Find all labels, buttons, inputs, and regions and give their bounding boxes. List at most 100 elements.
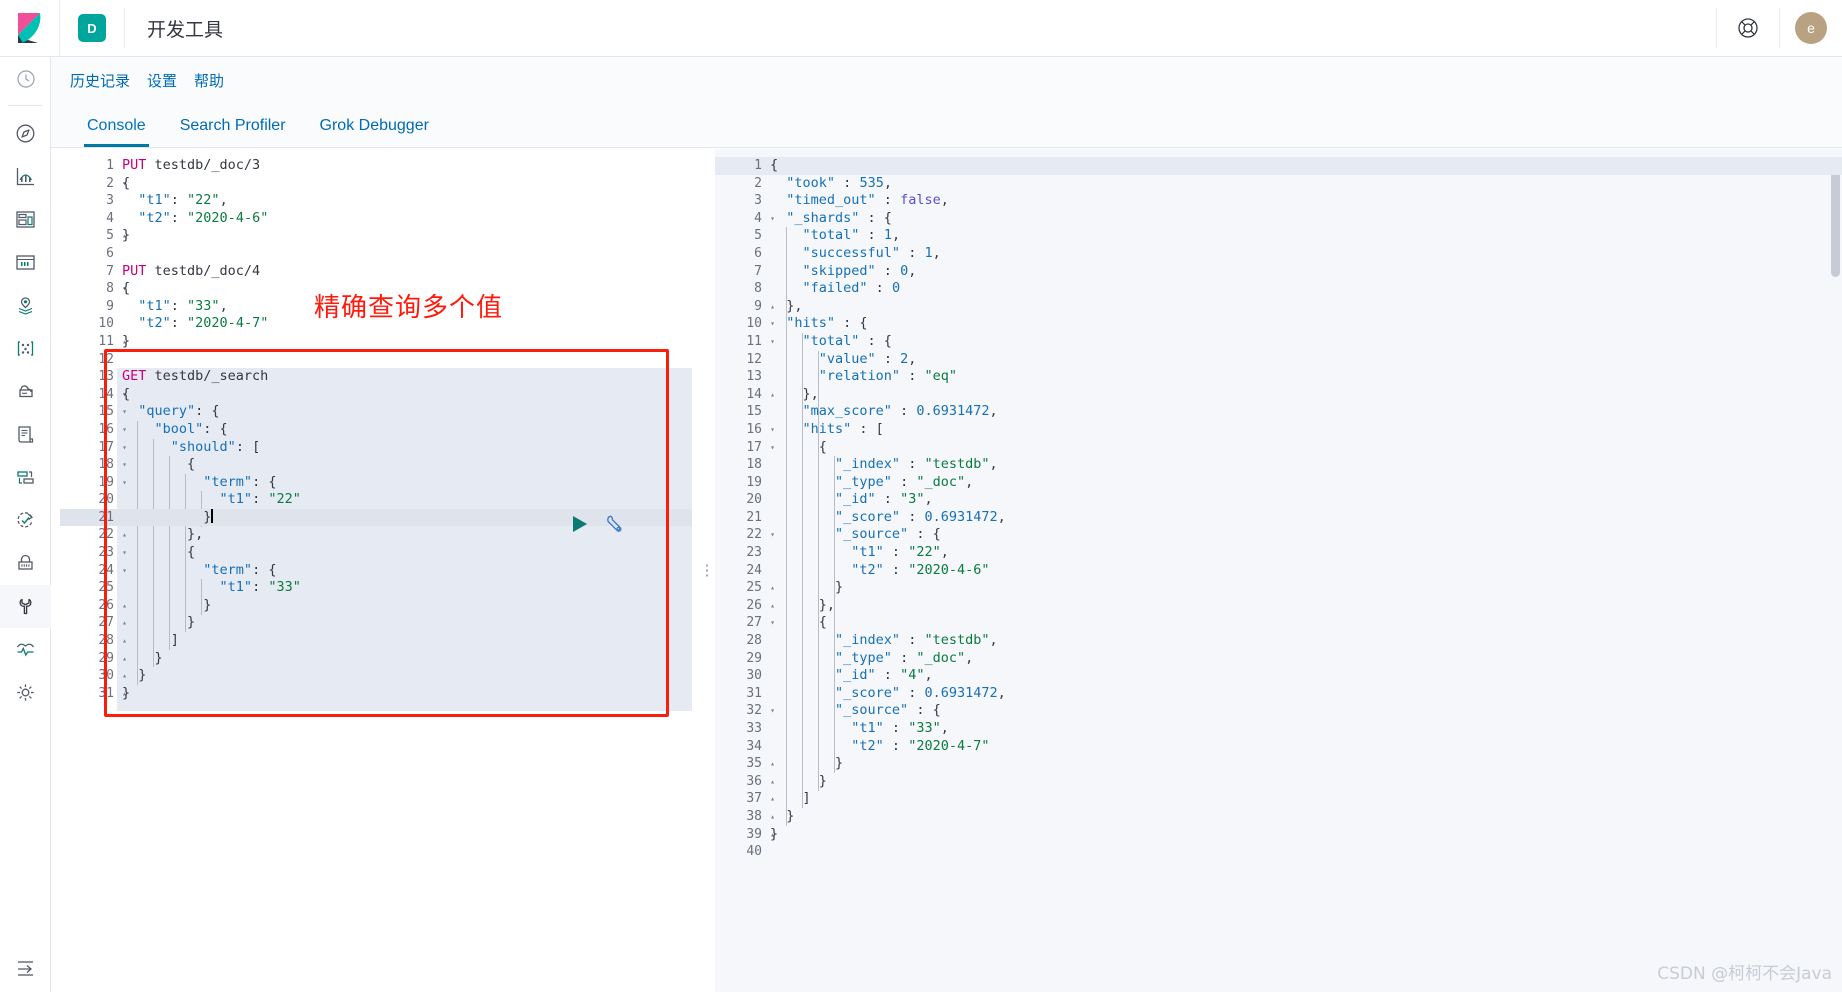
sidebar-item-canvas[interactable] (0, 241, 51, 284)
code-line[interactable]: "_id" : "4", (765, 667, 1842, 685)
code-line[interactable]: "should": [ (117, 439, 692, 457)
code-line[interactable]: ] (117, 632, 692, 650)
code-line[interactable]: "_source" : { (765, 702, 1842, 720)
code-line[interactable]: } (765, 808, 1842, 826)
code-line[interactable]: "relation" : "eq" (765, 368, 1842, 386)
code-line[interactable]: "_index" : "testdb", (765, 632, 1842, 650)
code-line[interactable]: { (765, 614, 1842, 632)
code-line[interactable]: } (765, 826, 1842, 844)
sidebar-item-monitoring[interactable] (0, 628, 51, 671)
code-line[interactable]: "successful" : 1, (765, 245, 1842, 263)
sidebar-item-maps[interactable] (0, 284, 51, 327)
code-line[interactable]: }, (765, 386, 1842, 404)
code-line[interactable]: "value" : 2, (765, 351, 1842, 369)
code-line[interactable]: "_shards" : { (765, 210, 1842, 228)
code-line[interactable] (765, 843, 1842, 861)
code-line[interactable]: "query": { (117, 403, 692, 421)
sidebar-item-logs[interactable] (0, 413, 51, 456)
code-line[interactable]: "t1" : "33", (765, 720, 1842, 738)
request-editor[interactable]: 1 2 ▾ 3 4 5 ▴ 6 7 8 ▾ 9 10 11 ▴ 12 13 14 ▾ 15 ▾ 16 ▾ 17 ▾ 18 ▾ 19 ▾ 2… (60, 149, 692, 992)
code-line[interactable] (117, 245, 692, 263)
sidebar-item-dev-tools[interactable] (0, 585, 51, 628)
user-menu-button[interactable]: e (1780, 0, 1842, 56)
sidebar-item-infrastructure[interactable] (0, 370, 51, 413)
code-line[interactable]: "_score" : 0.6931472, (765, 509, 1842, 527)
code-line[interactable]: } (765, 755, 1842, 773)
code-line[interactable]: { (765, 439, 1842, 457)
code-line[interactable]: { (117, 386, 692, 404)
code-line[interactable]: { (117, 456, 692, 474)
code-line[interactable]: "_score" : 0.6931472, (765, 685, 1842, 703)
code-line[interactable]: }, (765, 597, 1842, 615)
code-line[interactable]: PUT testdb/_doc/4 (117, 263, 692, 281)
response-code[interactable]: { "took" : 535, "timed_out" : false, "_s… (765, 149, 1842, 992)
code-line[interactable]: } (117, 650, 692, 668)
settings-link[interactable]: 设置 (147, 70, 177, 91)
sidebar-item-discover[interactable] (0, 112, 51, 155)
sidebar-item-dashboard[interactable] (0, 198, 51, 241)
code-line[interactable]: "skipped" : 0, (765, 263, 1842, 281)
sidebar-item-siem[interactable] (0, 542, 51, 585)
code-line[interactable]: } (765, 773, 1842, 791)
editor-code[interactable]: PUT testdb/_doc/3{ "t1": "22", "t2": "20… (117, 149, 692, 992)
code-line[interactable]: "max_score" : 0.6931472, (765, 403, 1842, 421)
panel-splitter[interactable]: ⋮ (699, 149, 715, 992)
code-line[interactable]: "failed" : 0 (765, 280, 1842, 298)
code-line[interactable]: "_source" : { (765, 526, 1842, 544)
code-line[interactable]: "bool": { (117, 421, 692, 439)
code-line[interactable]: "t1": "33" (117, 579, 692, 597)
code-line[interactable]: "t2" : "2020-4-6" (765, 562, 1842, 580)
code-line[interactable]: "total" : 1, (765, 227, 1842, 245)
code-line[interactable]: "_index" : "testdb", (765, 456, 1842, 474)
code-line[interactable]: }, (765, 298, 1842, 316)
code-line[interactable]: "_type" : "_doc", (765, 474, 1842, 492)
code-line[interactable]: "_id" : "3", (765, 491, 1842, 509)
code-line[interactable]: "hits" : [ (765, 421, 1842, 439)
collapse-nav-button[interactable] (0, 957, 51, 978)
code-line[interactable]: } (117, 333, 692, 351)
line-number: 24 ▾ (98, 562, 127, 578)
help-link[interactable]: 帮助 (194, 70, 224, 91)
code-line[interactable]: GET testdb/_search (117, 368, 692, 386)
code-line[interactable]: "term": { (117, 474, 692, 492)
code-line[interactable]: } (117, 614, 692, 632)
response-panel[interactable]: 1▾234▾56789▴10▾11▾121314▴1516▾17▾1819202… (715, 149, 1842, 992)
code-line[interactable]: { (765, 157, 1842, 175)
history-link[interactable]: 历史记录 (70, 70, 130, 91)
code-line[interactable]: ] (765, 790, 1842, 808)
code-line[interactable]: } (117, 685, 692, 703)
code-line[interactable]: "t2": "2020-4-6" (117, 210, 692, 228)
tab-search-profiler[interactable]: Search Profiler (163, 117, 303, 147)
kibana-logo-cell[interactable] (0, 0, 60, 56)
code-line[interactable]: "t1": "22", (117, 192, 692, 210)
wrench-options-icon[interactable] (603, 513, 625, 535)
line-number: 1 (106, 158, 114, 173)
code-line[interactable]: } (765, 579, 1842, 597)
sidebar-item-visualize[interactable] (0, 155, 51, 198)
code-line[interactable]: "took" : 535, (765, 175, 1842, 193)
code-line[interactable]: "timed_out" : false, (765, 192, 1842, 210)
tab-console[interactable]: Console (70, 117, 163, 147)
sidebar-item-machine-learning[interactable] (0, 327, 51, 370)
code-line[interactable]: } (117, 227, 692, 245)
code-line[interactable]: "total" : { (765, 333, 1842, 351)
play-run-button[interactable] (573, 516, 587, 532)
sidebar-item-management[interactable] (0, 671, 51, 714)
code-line[interactable]: "t1" : "22", (765, 544, 1842, 562)
code-line[interactable]: "term": { (117, 562, 692, 580)
code-line[interactable]: "hits" : { (765, 315, 1842, 333)
help-button[interactable] (1717, 0, 1779, 56)
tab-grok-debugger[interactable]: Grok Debugger (303, 117, 446, 147)
code-line[interactable]: } (117, 667, 692, 685)
code-line[interactable]: { (117, 175, 692, 193)
sidebar-item-uptime[interactable] (0, 499, 51, 542)
code-line[interactable]: "_type" : "_doc", (765, 650, 1842, 668)
code-line[interactable]: "t1": "22" (117, 491, 692, 509)
code-line[interactable]: "t2" : "2020-4-7" (765, 738, 1842, 756)
sidebar-item-apm[interactable] (0, 456, 51, 499)
code-line[interactable] (117, 351, 692, 369)
code-line[interactable]: { (117, 544, 692, 562)
code-line[interactable]: PUT testdb/_doc/3 (117, 157, 692, 175)
sidebar-item-recently-viewed[interactable] (0, 57, 51, 100)
code-line[interactable]: } (117, 597, 692, 615)
